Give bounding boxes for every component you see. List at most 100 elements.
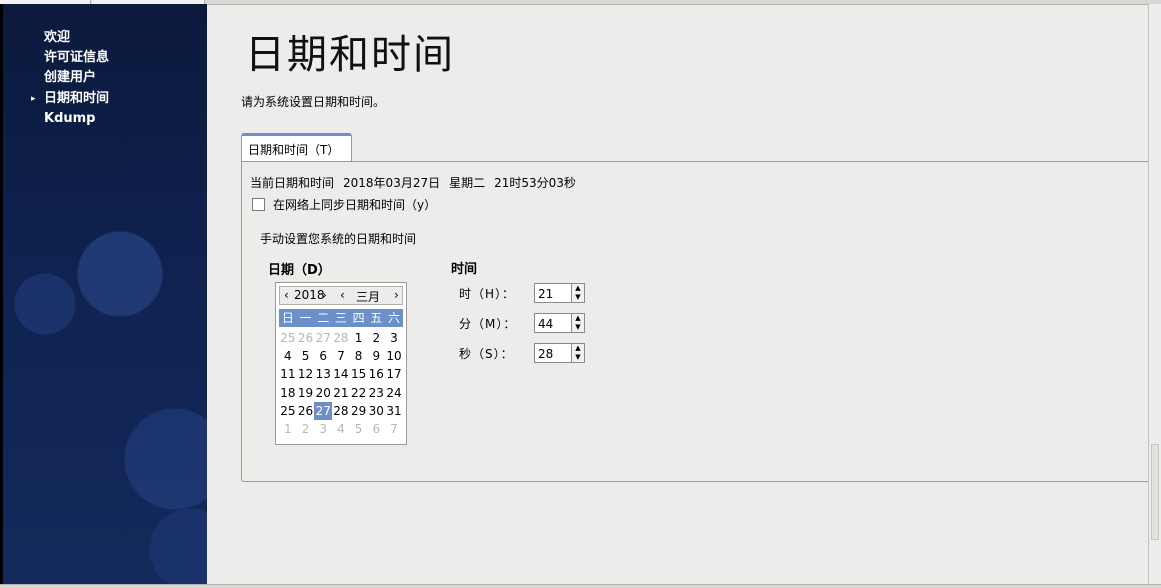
current-step-arrow-icon: ▸: [31, 93, 36, 104]
sidebar-item-label: 日期和时间: [44, 90, 110, 106]
calendar-weekday: 五: [370, 311, 383, 325]
calendar-day[interactable]: 14: [332, 365, 350, 383]
page-title: 日期和时间: [245, 32, 455, 78]
sidebar-item-label: Kdump: [44, 110, 96, 126]
calendar-day[interactable]: 17: [385, 365, 403, 383]
time-heading: 时间: [451, 262, 478, 277]
calendar-weekday-row: 日一二三四五六: [279, 309, 403, 327]
sidebar-item-welcome[interactable]: 欢迎: [0, 28, 207, 48]
hour-label: 时（H）：: [459, 286, 516, 301]
second-input[interactable]: 28: [534, 343, 572, 363]
calendar-day[interactable]: 5: [350, 420, 368, 438]
minute-value: 44: [538, 317, 554, 331]
prev-month-icon[interactable]: ‹: [340, 288, 345, 302]
spin-up-icon[interactable]: ▲: [572, 314, 584, 323]
calendar-day[interactable]: 10: [385, 347, 403, 365]
calendar-day[interactable]: 7: [332, 347, 350, 365]
current-datetime-label: 当前日期和时间: [250, 176, 335, 190]
hour-stepper[interactable]: ▲ ▼: [572, 283, 585, 303]
tab-date-time[interactable]: 日期和时间（T）: [241, 133, 352, 161]
spin-down-icon[interactable]: ▼: [572, 293, 584, 302]
next-month-icon[interactable]: ›: [394, 288, 399, 302]
calendar-day[interactable]: 28: [332, 329, 350, 347]
calendar-day[interactable]: 6: [314, 347, 332, 365]
spin-down-icon[interactable]: ▼: [572, 323, 584, 332]
calendar-day[interactable]: 2: [367, 329, 385, 347]
current-datetime: 当前日期和时间 2018年03月27日 星期二 21时53分03秒: [250, 174, 576, 191]
tab-panel: 当前日期和时间 2018年03月27日 星期二 21时53分03秒 在网络上同步日期和…: [241, 161, 1161, 482]
calendar-day[interactable]: 24: [385, 384, 403, 402]
sidebar-item-label: 创建用户: [44, 70, 97, 86]
sidebar-item-license[interactable]: 许可证信息: [0, 48, 207, 68]
calendar-day[interactable]: 25: [279, 402, 297, 420]
calendar-day[interactable]: 16: [367, 365, 385, 383]
calendar-day[interactable]: 23: [367, 384, 385, 402]
network-sync-option[interactable]: 在网络上同步日期和时间（y）: [252, 196, 436, 213]
sidebar-item-create-user[interactable]: 创建用户: [0, 68, 207, 88]
calendar-day[interactable]: 1: [350, 329, 368, 347]
calendar-day[interactable]: 31: [385, 402, 403, 420]
calendar-day[interactable]: 2: [297, 420, 315, 438]
sidebar-item-kdump[interactable]: Kdump: [0, 109, 207, 129]
hour-row: 时（H）： 21 ▲ ▼: [459, 282, 585, 304]
calendar-day-selected[interactable]: 27: [314, 401, 333, 420]
calendar-day[interactable]: 29: [350, 402, 368, 420]
calendar-day[interactable]: 30: [367, 402, 385, 420]
hour-input[interactable]: 21: [534, 283, 572, 303]
calendar-day[interactable]: 26: [297, 329, 315, 347]
calendar-day[interactable]: 11: [279, 365, 297, 383]
manual-set-label: 手动设置您系统的日期和时间: [260, 232, 417, 246]
calendar-day[interactable]: 28: [332, 402, 350, 420]
calendar-day[interactable]: 19: [297, 384, 315, 402]
bottom-bar: [0, 584, 1161, 588]
calendar-day[interactable]: 26: [297, 402, 315, 420]
network-sync-checkbox[interactable]: [252, 198, 265, 211]
calendar-weekday: 日: [281, 311, 294, 325]
next-year-icon[interactable]: ›: [322, 288, 327, 302]
calendar-day[interactable]: 12: [297, 365, 315, 383]
sidebar-item-label: 许可证信息: [44, 50, 110, 66]
spin-up-icon[interactable]: ▲: [572, 344, 584, 353]
calendar-day[interactable]: 15: [350, 365, 368, 383]
calendar-day[interactable]: 22: [350, 384, 368, 402]
spin-up-icon[interactable]: ▲: [572, 284, 584, 293]
page-description: 请为系统设置日期和时间。: [241, 95, 386, 109]
calendar-day[interactable]: 4: [279, 347, 297, 365]
prev-year-icon[interactable]: ‹: [284, 288, 289, 302]
calendar-month: 三月: [356, 290, 381, 304]
scrollbar-thumb[interactable]: [1151, 444, 1159, 540]
minute-input[interactable]: 44: [534, 313, 572, 333]
calendar-day[interactable]: 6: [367, 420, 385, 438]
calendar-header: ‹ 2018 › ‹ 三月 ›: [279, 286, 403, 305]
spin-down-icon[interactable]: ▼: [572, 353, 584, 362]
hour-value: 21: [538, 287, 554, 301]
calendar-day[interactable]: 27: [314, 329, 332, 347]
calendar-weekday: 四: [352, 311, 365, 325]
sidebar-item-label: 欢迎: [44, 30, 71, 45]
calendar-day[interactable]: 1: [279, 420, 297, 438]
sidebar-nav: 欢迎 许可证信息 创建用户 ▸ 日期和时间 Kdump: [0, 28, 207, 129]
vertical-scrollbar[interactable]: [1148, 4, 1161, 584]
calendar-day[interactable]: 20: [314, 384, 332, 402]
calendar-weekday: 一: [299, 311, 312, 325]
minute-label: 分（M）：: [459, 316, 517, 331]
calendar-day[interactable]: 8: [350, 347, 368, 365]
second-stepper[interactable]: ▲ ▼: [572, 343, 585, 363]
network-sync-label: 在网络上同步日期和时间（y）: [273, 198, 437, 212]
calendar-day[interactable]: 25: [279, 329, 297, 347]
second-label: 秒（S）：: [459, 346, 514, 361]
tab-label: 日期和时间（T）: [248, 143, 340, 157]
calendar-day[interactable]: 3: [314, 420, 332, 438]
calendar-day[interactable]: 13: [314, 365, 332, 383]
minute-stepper[interactable]: ▲ ▼: [572, 313, 585, 333]
calendar-weekday: 六: [387, 311, 400, 325]
calendar-day[interactable]: 18: [279, 384, 297, 402]
calendar-day[interactable]: 7: [385, 420, 403, 438]
calendar-day[interactable]: 4: [332, 420, 350, 438]
calendar-day[interactable]: 5: [297, 347, 315, 365]
calendar-day[interactable]: 9: [367, 347, 385, 365]
calendar-day[interactable]: 3: [385, 329, 403, 347]
calendar-weekday: 二: [317, 311, 330, 325]
sidebar-item-date-time[interactable]: ▸ 日期和时间: [0, 89, 207, 109]
calendar-day[interactable]: 21: [332, 384, 350, 402]
